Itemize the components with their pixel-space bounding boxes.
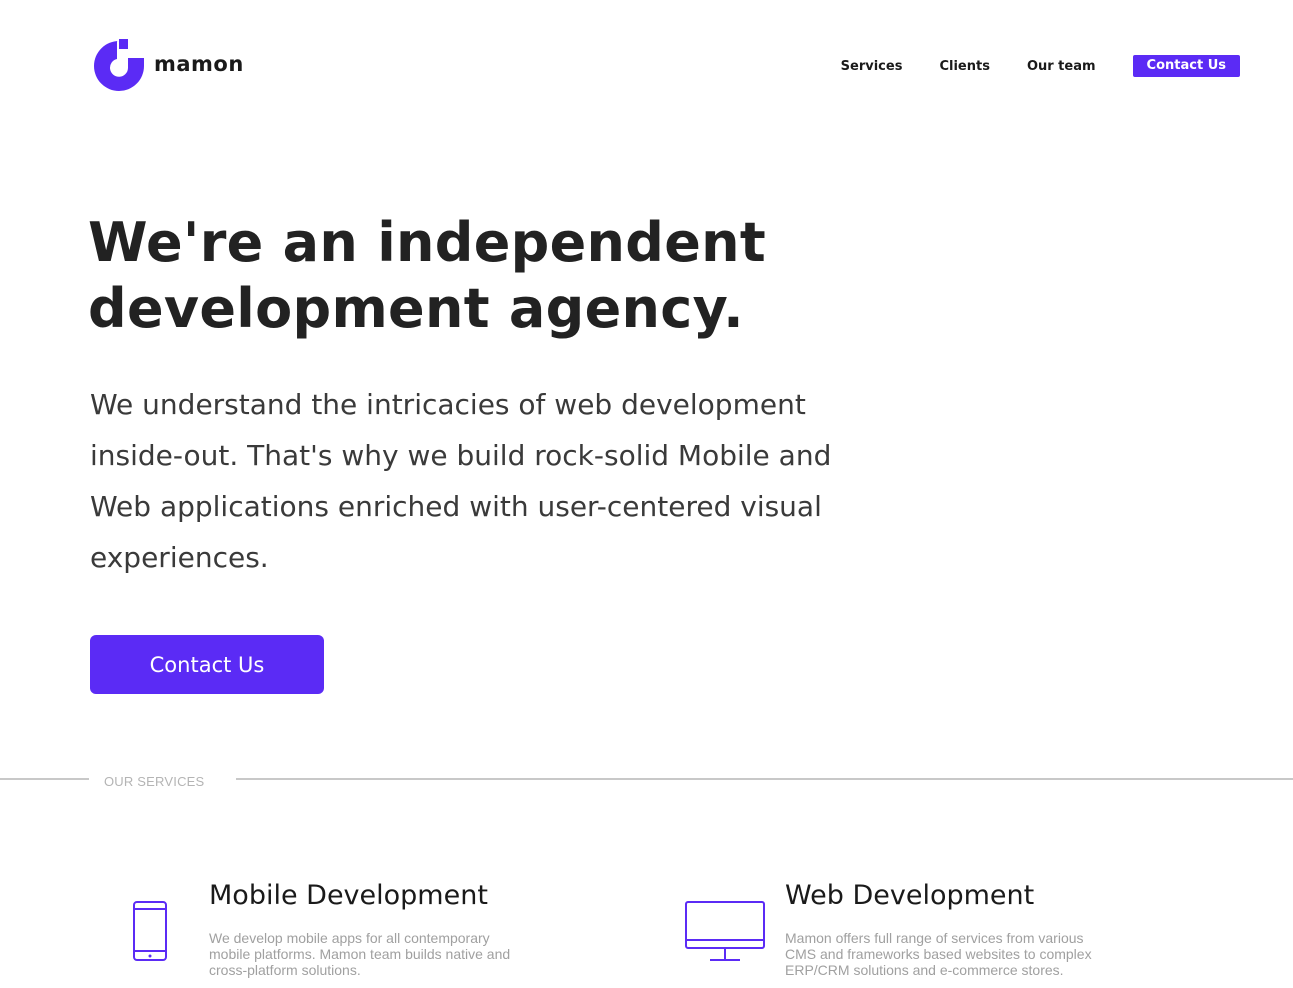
- nav-clients[interactable]: Clients: [939, 59, 989, 74]
- section-divider-right: [236, 778, 1293, 780]
- service-title: Mobile Development: [209, 880, 488, 911]
- main-nav: Services Clients Our team Contact Us: [841, 55, 1240, 77]
- service-title: Web Development: [785, 880, 1035, 911]
- brand-name: mamon: [154, 52, 244, 76]
- site-header: mamon Services Clients Our team Contact …: [0, 0, 1293, 130]
- nav-our-team[interactable]: Our team: [1027, 59, 1096, 74]
- brand-logo[interactable]: mamon: [90, 37, 244, 95]
- nav-contact-us-button[interactable]: Contact Us: [1132, 55, 1240, 77]
- section-label: OUR SERVICES: [104, 774, 205, 789]
- mamon-logo-icon: [90, 37, 148, 95]
- smartphone-icon: [132, 900, 168, 966]
- hero-title: We're an independent development agency.: [88, 211, 767, 340]
- hero-contact-us-button[interactable]: Contact Us: [90, 635, 324, 694]
- desktop-monitor-icon: [684, 900, 766, 966]
- section-divider-left: [0, 778, 89, 780]
- hero-description: We understand the intricacies of web dev…: [90, 388, 832, 574]
- service-description: Mamon offers full range of services from…: [785, 930, 1092, 978]
- nav-services[interactable]: Services: [841, 59, 903, 74]
- service-description: We develop mobile apps for all contempor…: [209, 930, 511, 978]
